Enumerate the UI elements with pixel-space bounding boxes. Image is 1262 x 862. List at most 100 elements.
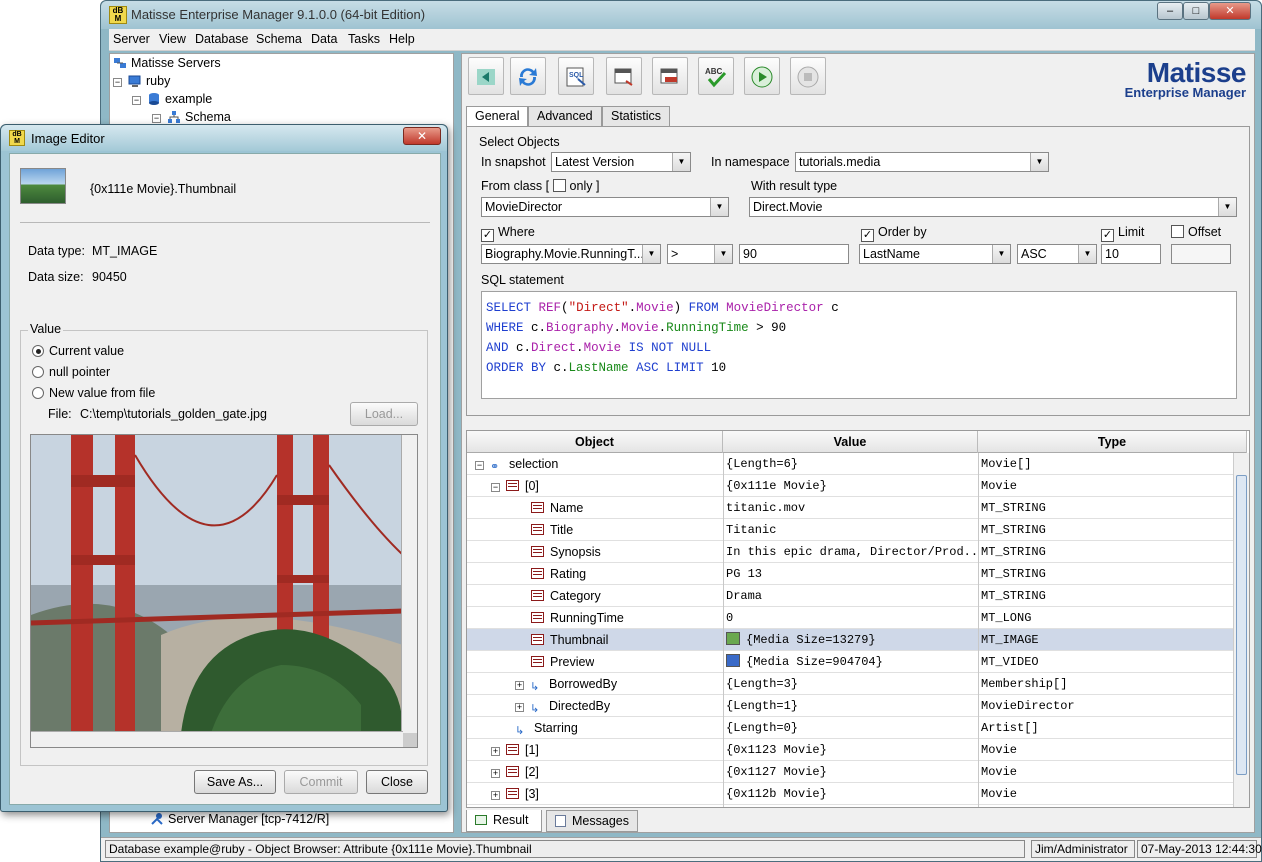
menu-schema[interactable]: Schema <box>256 32 302 46</box>
sql-editor[interactable]: SELECT REF("Direct".Movie) FROM MovieDir… <box>481 291 1237 399</box>
column-object[interactable]: Object <box>467 431 723 453</box>
limit-checkbox-row[interactable]: ✓ Limit <box>1101 225 1144 242</box>
table-row[interactable]: Preview {Media Size=904704} MT_VIDEO <box>467 651 1233 673</box>
expand-icon[interactable]: + <box>491 747 500 756</box>
table-row[interactable]: + ↳ DirectedBy {Length=1} MovieDirector <box>467 695 1233 717</box>
order-by-checkbox-row[interactable]: ✓ Order by <box>861 225 927 242</box>
where-value-input[interactable]: 90 <box>739 244 849 264</box>
tab-general[interactable]: General <box>466 106 529 126</box>
menu-tasks[interactable]: Tasks <box>348 32 380 46</box>
where-attribute-select[interactable]: Biography.Movie.RunningT... ▼ <box>481 244 661 264</box>
tree-database[interactable]: − example <box>132 92 212 106</box>
stop-button[interactable] <box>790 57 826 95</box>
column-value[interactable]: Value <box>723 431 978 453</box>
save-as-button[interactable]: Save As... <box>194 770 276 794</box>
collapse-icon[interactable]: − <box>132 96 141 105</box>
option-null-pointer[interactable]: null pointer <box>32 365 110 379</box>
table-row[interactable]: Rating PG 13 MT_STRING <box>467 563 1233 585</box>
offset-checkbox-row[interactable]: Offset <box>1171 225 1221 239</box>
import-button[interactable] <box>652 57 688 95</box>
menu-data[interactable]: Data <box>311 32 337 46</box>
collapse-icon[interactable]: − <box>113 78 122 87</box>
sql-line-4: ORDER BY c.LastName ASC LIMIT 10 <box>486 358 1232 378</box>
table-row[interactable]: Thumbnail {Media Size=13279} MT_IMAGE <box>467 629 1233 651</box>
result-type-select[interactable]: Direct.Movie ▼ <box>749 197 1237 217</box>
sql-button[interactable]: SQL <box>558 57 594 95</box>
tab-messages[interactable]: Messages <box>546 810 638 832</box>
table-row[interactable]: + [3] {0x112b Movie} Movie <box>467 783 1233 805</box>
tree-server-manager[interactable]: Server Manager [tcp-7412/R] <box>150 812 329 826</box>
title-bar[interactable]: dB M Matisse Enterprise Manager 9.1.0.0 (… <box>101 1 1261 29</box>
table-row[interactable]: Category Drama MT_STRING <box>467 585 1233 607</box>
spellcheck-button[interactable]: ABC <box>698 57 734 95</box>
expand-icon[interactable]: + <box>491 769 500 778</box>
radio-new-value[interactable] <box>32 387 44 399</box>
offset-checkbox[interactable] <box>1171 225 1184 238</box>
offset-input[interactable] <box>1171 244 1231 264</box>
cell-object: − ⚭ selection <box>475 453 558 475</box>
limit-input[interactable]: 10 <box>1101 244 1161 264</box>
option-current-value[interactable]: Current value <box>32 344 124 358</box>
dialog-title-bar[interactable]: dB M Image Editor ✕ <box>1 125 447 151</box>
where-checkbox[interactable]: ✓ <box>481 229 494 242</box>
data-size-value: 90450 <box>92 270 127 284</box>
menu-database[interactable]: Database <box>195 32 249 46</box>
table-row[interactable]: − [0] {0x111e Movie} Movie <box>467 475 1233 497</box>
tab-advanced[interactable]: Advanced <box>528 106 602 126</box>
sql-token: ( <box>561 301 569 315</box>
menu-help[interactable]: Help <box>389 32 415 46</box>
commit-button[interactable]: Commit <box>284 770 358 794</box>
run-button[interactable] <box>744 57 780 95</box>
table-row[interactable]: + [1] {0x1123 Movie} Movie <box>467 739 1233 761</box>
menu-server[interactable]: Server <box>113 32 150 46</box>
expand-icon[interactable]: + <box>515 703 524 712</box>
snapshot-select[interactable]: Latest Version ▼ <box>551 152 691 172</box>
table-row[interactable]: Synopsis In this epic drama, Director/Pro… <box>467 541 1233 563</box>
table-row[interactable]: ↳ Starring {Length=0} Artist[] <box>467 717 1233 739</box>
namespace-select[interactable]: tutorials.media ▼ <box>795 152 1049 172</box>
expand-icon[interactable]: + <box>515 681 524 690</box>
where-checkbox-row[interactable]: ✓ Where <box>481 225 535 242</box>
maximize-button[interactable]: □ <box>1183 2 1209 20</box>
image-vertical-scrollbar[interactable] <box>401 435 417 733</box>
table-row[interactable]: + [2] {0x1127 Movie} Movie <box>467 761 1233 783</box>
limit-checkbox[interactable]: ✓ <box>1101 229 1114 242</box>
dialog-close-button[interactable]: ✕ <box>403 127 441 145</box>
collapse-icon[interactable]: − <box>152 114 161 123</box>
option-new-value-from-file[interactable]: New value from file <box>32 386 155 400</box>
vertical-scrollbar[interactable] <box>1233 453 1249 807</box>
expand-icon[interactable]: + <box>491 791 500 800</box>
order-by-checkbox[interactable]: ✓ <box>861 229 874 242</box>
refresh-button[interactable] <box>510 57 546 95</box>
close-dialog-button[interactable]: Close <box>366 770 428 794</box>
export-button[interactable] <box>606 57 642 95</box>
tab-result[interactable]: Result <box>466 810 542 832</box>
load-button[interactable]: Load... <box>350 402 418 426</box>
order-attribute-select[interactable]: LastName ▼ <box>859 244 1011 264</box>
only-checkbox[interactable] <box>552 179 566 192</box>
image-horizontal-scrollbar[interactable] <box>31 731 403 747</box>
tab-statistics[interactable]: Statistics <box>602 106 671 126</box>
back-button[interactable] <box>468 57 504 95</box>
radio-null-pointer[interactable] <box>32 366 44 378</box>
order-direction-select[interactable]: ASC ▼ <box>1017 244 1097 264</box>
radio-current-value[interactable] <box>32 345 44 357</box>
tree-root[interactable]: Matisse Servers <box>113 56 221 70</box>
close-button[interactable]: ✕ <box>1209 2 1251 20</box>
where-operator-select[interactable]: > ▼ <box>667 244 733 264</box>
tree-schema[interactable]: − Schema <box>152 110 231 124</box>
table-row[interactable]: + ↳ BorrowedBy {Length=3} Membership[] <box>467 673 1233 695</box>
column-type[interactable]: Type <box>978 431 1247 453</box>
image-viewer[interactable] <box>30 434 418 748</box>
scroll-thumb[interactable] <box>1236 475 1247 775</box>
table-row[interactable]: Name titanic.mov MT_STRING <box>467 497 1233 519</box>
from-class-select[interactable]: MovieDirector ▼ <box>481 197 729 217</box>
minimize-button[interactable]: – <box>1157 2 1183 20</box>
collapse-icon[interactable]: − <box>491 483 500 492</box>
tree-server[interactable]: − ruby <box>113 74 170 88</box>
menu-view[interactable]: View <box>159 32 186 46</box>
table-row[interactable]: − ⚭ selection {Length=6} Movie[] <box>467 453 1233 475</box>
table-row[interactable]: Title Titanic MT_STRING <box>467 519 1233 541</box>
table-row[interactable]: RunningTime 0 MT_LONG <box>467 607 1233 629</box>
collapse-icon[interactable]: − <box>475 461 484 470</box>
